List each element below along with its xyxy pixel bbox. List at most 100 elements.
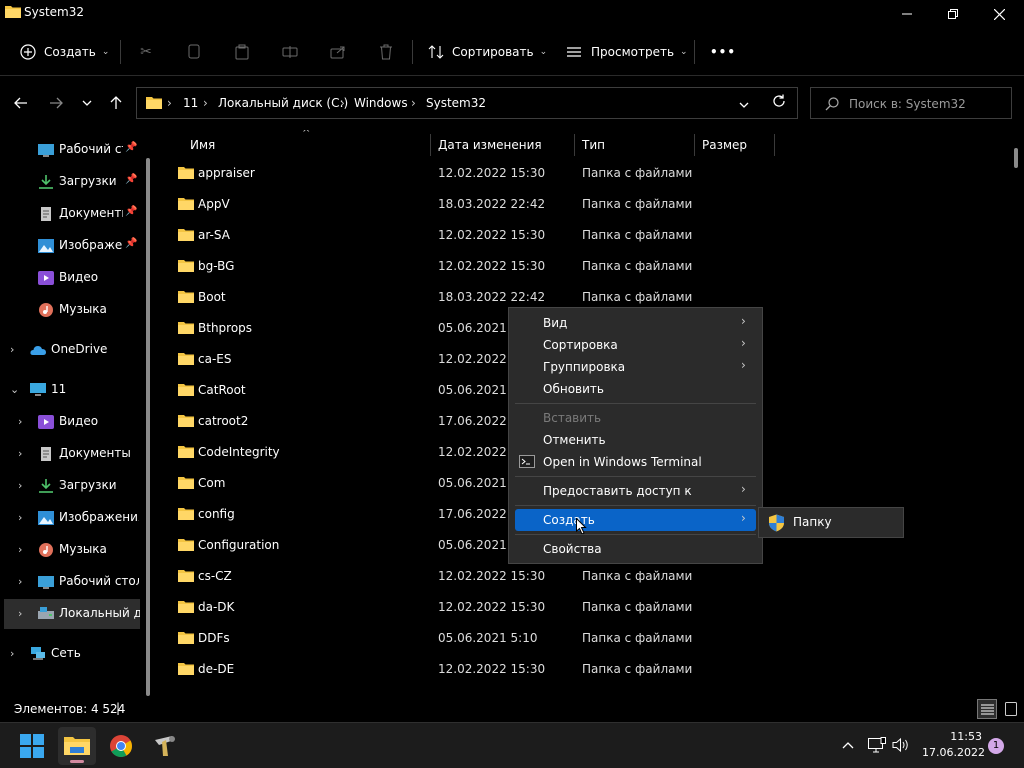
- table-row[interactable]: de-DE 12.02.2022 15:30 Папка с файлами: [160, 654, 1000, 685]
- chevron-right-icon[interactable]: ›: [18, 543, 22, 556]
- sidebar-scrollbar[interactable]: [146, 158, 150, 696]
- sidebar-item-network[interactable]: › Сеть: [0, 639, 140, 669]
- sidebar-item-videos[interactable]: Видео: [0, 263, 140, 293]
- column-header-date[interactable]: Дата изменения: [438, 130, 574, 158]
- tiles-view-button[interactable]: [1001, 699, 1021, 719]
- sidebar-item-this-pc[interactable]: ⌄ 11: [0, 375, 140, 405]
- share-button[interactable]: [326, 40, 350, 64]
- table-row[interactable]: da-DK 12.02.2022 15:30 Папка с файлами: [160, 592, 1000, 623]
- address-bar[interactable]: › 11 › Локальный диск (C:) › Windows › S…: [136, 87, 798, 119]
- file-type: Папка с файлами: [582, 631, 693, 645]
- back-button[interactable]: [11, 92, 31, 114]
- table-row[interactable]: cs-CZ 12.02.2022 15:30 Папка с файлами: [160, 561, 1000, 592]
- sidebar-item-music[interactable]: Музыка: [0, 295, 140, 325]
- taskbar-app-utility[interactable]: [146, 727, 184, 765]
- network-status-button[interactable]: [868, 737, 886, 757]
- more-options-button[interactable]: •••: [710, 40, 736, 64]
- breadcrumb-item-windows[interactable]: Windows: [354, 96, 408, 110]
- volume-button[interactable]: [892, 737, 910, 757]
- sidebar-item-onedrive[interactable]: › OneDrive: [0, 335, 140, 365]
- sidebar-item-desktop-pinned[interactable]: Рабочий стол 📌: [0, 135, 140, 165]
- minimize-icon: [902, 13, 912, 15]
- file-name: Com: [198, 476, 226, 490]
- maximize-button[interactable]: [930, 0, 976, 28]
- chevron-right-icon[interactable]: ›: [10, 647, 14, 660]
- sidebar-item-pictures-pc[interactable]: › Изображения: [0, 503, 140, 533]
- breadcrumb-item-computer[interactable]: 11: [183, 96, 198, 110]
- chevron-right-icon[interactable]: ›: [18, 479, 22, 492]
- new-button[interactable]: Создать ⌄: [20, 40, 109, 64]
- menu-item-label: Open in Windows Terminal: [543, 455, 702, 469]
- column-separator[interactable]: [694, 134, 695, 156]
- sidebar-item-documents-pinned[interactable]: Документы 📌: [0, 199, 140, 229]
- folder-icon: [5, 6, 21, 18]
- rename-icon: [282, 46, 298, 58]
- forward-button[interactable]: [46, 92, 66, 114]
- up-button[interactable]: [106, 92, 126, 114]
- notification-badge[interactable]: 1: [988, 738, 1004, 754]
- folder-icon: [178, 415, 194, 427]
- context-menu-item-group[interactable]: Группировка ›: [515, 356, 756, 378]
- paste-button[interactable]: [230, 40, 254, 64]
- view-button[interactable]: Просмотреть ⌄: [566, 40, 688, 64]
- table-row[interactable]: AppV 18.03.2022 22:42 Папка с файлами: [160, 189, 1000, 220]
- sort-button[interactable]: Сортировать ⌄: [428, 40, 547, 64]
- chevron-down-icon[interactable]: ⌄: [10, 383, 19, 396]
- context-menu-item-view[interactable]: Вид ›: [515, 312, 756, 334]
- rename-button[interactable]: [278, 40, 302, 64]
- close-button[interactable]: [976, 0, 1022, 28]
- context-menu-item-refresh[interactable]: Обновить: [515, 378, 756, 400]
- sidebar-item-downloads-pc[interactable]: › Загрузки: [0, 471, 140, 501]
- sidebar-item-videos-pc[interactable]: › Видео: [0, 407, 140, 437]
- context-menu-item-sort[interactable]: Сортировка ›: [515, 334, 756, 356]
- chevron-right-icon[interactable]: ›: [10, 343, 14, 356]
- sidebar-item-pictures-pinned[interactable]: Изображения 📌: [0, 231, 140, 261]
- table-row[interactable]: DDFs 05.06.2021 5:10 Папка с файлами: [160, 623, 1000, 654]
- chevron-right-icon[interactable]: ›: [18, 511, 22, 524]
- taskbar-app-chrome[interactable]: [102, 727, 140, 765]
- chevron-right-icon[interactable]: ›: [18, 607, 22, 620]
- column-header-name[interactable]: Имя ^: [190, 130, 430, 158]
- context-menu-item-properties[interactable]: Свойства: [515, 538, 756, 560]
- column-header-size[interactable]: Размер: [702, 130, 774, 158]
- chevron-right-icon[interactable]: ›: [18, 575, 22, 588]
- sidebar-item-desktop-pc[interactable]: › Рабочий стол: [0, 567, 140, 597]
- copy-button[interactable]: [182, 40, 206, 64]
- context-menu-item-new[interactable]: Создать ›: [515, 509, 756, 535]
- taskbar-app-file-explorer[interactable]: [58, 727, 96, 765]
- column-separator[interactable]: [774, 134, 775, 156]
- column-separator[interactable]: [430, 134, 431, 156]
- download-icon: [39, 175, 53, 189]
- chevron-right-icon[interactable]: ›: [18, 415, 22, 428]
- start-button[interactable]: [13, 727, 51, 765]
- breadcrumb-item-system32[interactable]: System32: [426, 96, 486, 110]
- delete-button[interactable]: [374, 40, 398, 64]
- table-row[interactable]: appraiser 12.02.2022 15:30 Папка с файлами: [160, 158, 1000, 189]
- sidebar-item-downloads-pinned[interactable]: Загрузки 📌: [0, 167, 140, 197]
- chevron-right-icon[interactable]: ›: [18, 447, 22, 460]
- table-row[interactable]: ar-SA 12.02.2022 15:30 Папка с файлами: [160, 220, 1000, 251]
- view-icon: [567, 47, 581, 57]
- breadcrumb-item-drive[interactable]: Локальный диск (C:): [218, 96, 348, 110]
- taskbar-clock[interactable]: 11:53 17.06.2022: [922, 729, 985, 761]
- column-header-type[interactable]: Тип: [582, 130, 694, 158]
- sidebar-item-local-disk[interactable]: › Локальный диск (C:): [4, 599, 140, 629]
- minimize-button[interactable]: [884, 0, 930, 28]
- show-hidden-icons-button[interactable]: [842, 737, 854, 753]
- file-list-scrollbar[interactable]: [1014, 148, 1018, 168]
- recent-locations-button[interactable]: [77, 92, 97, 114]
- column-separator[interactable]: [574, 134, 575, 156]
- context-menu-item-give-access[interactable]: Предоставить доступ к ›: [515, 480, 756, 502]
- cut-button[interactable]: ✂: [134, 40, 158, 64]
- sidebar-item-documents-pc[interactable]: › Документы: [0, 439, 140, 469]
- submenu-item-folder[interactable]: Папку: [793, 515, 832, 529]
- context-menu-item-undo[interactable]: Отменить: [515, 429, 756, 451]
- details-view-button[interactable]: [977, 699, 997, 719]
- search-input[interactable]: [849, 95, 1007, 113]
- context-menu-item-paste[interactable]: Вставить: [515, 407, 756, 429]
- context-menu-item-open-terminal[interactable]: Open in Windows Terminal: [515, 451, 756, 473]
- refresh-button[interactable]: [772, 94, 786, 111]
- address-history-button[interactable]: [739, 97, 749, 111]
- sidebar-item-music-pc[interactable]: › Музыка: [0, 535, 140, 565]
- table-row[interactable]: bg-BG 12.02.2022 15:30 Папка с файлами: [160, 251, 1000, 282]
